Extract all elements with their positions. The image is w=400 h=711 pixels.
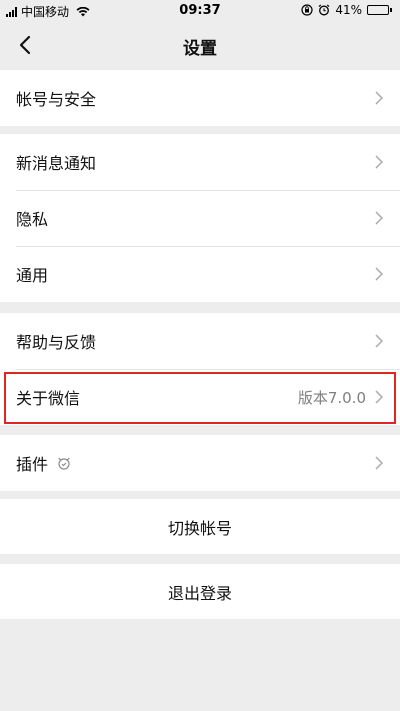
switch-account-button[interactable]: 切换帐号: [0, 499, 400, 554]
settings-item-notifications[interactable]: 新消息通知: [0, 134, 400, 190]
chevron-right-icon: [375, 334, 384, 348]
page-title: 设置: [183, 39, 217, 59]
settings-screen: 中国移动 09:37 41% 设置 帐号与安全 新消息通知 隐私 通用 帮助与反…: [0, 0, 400, 711]
settings-item-plugins[interactable]: 插件: [0, 435, 400, 491]
settings-item-label: 关于微信: [16, 389, 81, 408]
nav-bar: 设置: [0, 22, 400, 68]
settings-group-help: 帮助与反馈 关于微信 版本7.0.0: [0, 313, 400, 425]
alarm-icon: [318, 4, 330, 16]
chevron-right-icon: [375, 155, 384, 169]
battery-percent: 41%: [335, 3, 362, 17]
chevron-right-icon: [375, 91, 384, 105]
settings-group-plugins: 插件: [0, 435, 400, 491]
settings-item-about-wechat[interactable]: 关于微信 版本7.0.0: [0, 369, 400, 425]
settings-item-label: 新消息通知: [16, 154, 97, 173]
chevron-right-icon: [375, 390, 384, 404]
settings-item-label: 通用: [16, 266, 49, 285]
settings-item-account-security[interactable]: 帐号与安全: [0, 70, 400, 126]
settings-item-privacy[interactable]: 隐私: [0, 190, 400, 246]
battery-icon: [367, 5, 392, 15]
settings-item-help-feedback[interactable]: 帮助与反馈: [0, 313, 400, 369]
settings-group-general: 新消息通知 隐私 通用: [0, 134, 400, 302]
settings-item-label: 帮助与反馈: [16, 333, 97, 352]
settings-item-label: 隐私: [16, 210, 49, 229]
chevron-right-icon: [375, 456, 384, 470]
status-right: 41%: [301, 3, 392, 17]
version-label: 版本7.0.0: [297, 388, 366, 407]
logout-button[interactable]: 退出登录: [0, 564, 400, 619]
settings-item-label: 插件: [16, 455, 49, 474]
chevron-right-icon: [375, 267, 384, 281]
status-bar: 中国移动 09:37 41%: [0, 0, 400, 22]
orientation-lock-icon: [301, 4, 313, 16]
plugin-badge-icon: [58, 457, 70, 470]
settings-group-account: 帐号与安全: [0, 70, 400, 126]
settings-item-label: 帐号与安全: [16, 90, 97, 109]
settings-item-general[interactable]: 通用: [0, 246, 400, 302]
chevron-right-icon: [375, 211, 384, 225]
